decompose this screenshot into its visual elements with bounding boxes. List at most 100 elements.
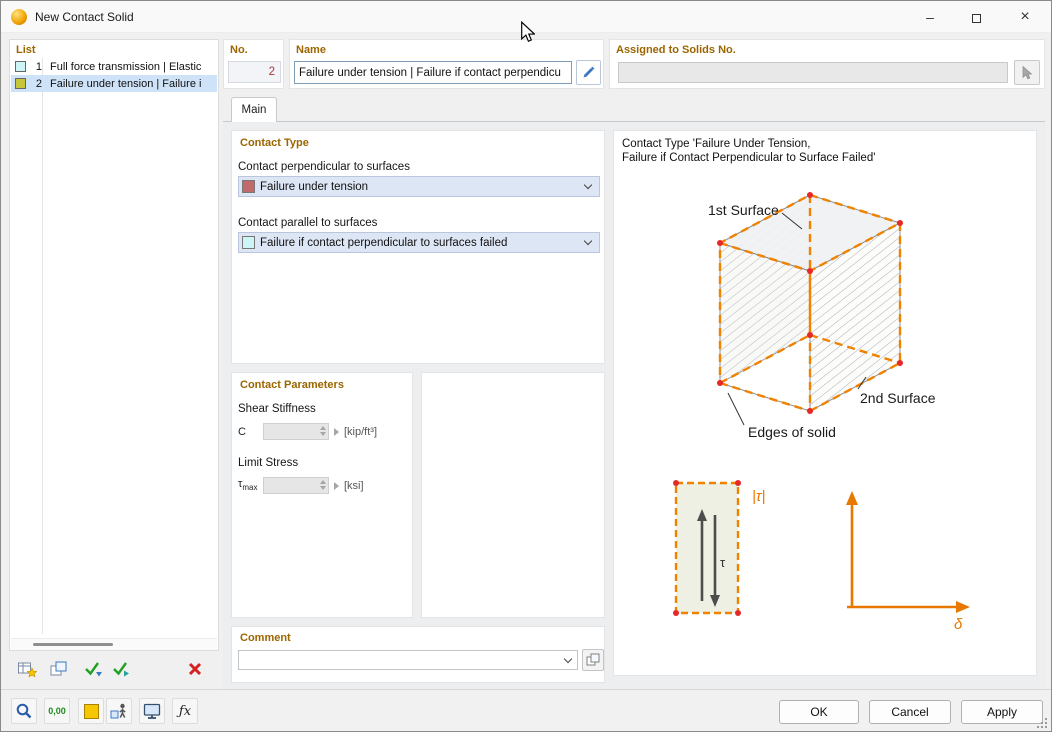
select-objects-button[interactable] <box>106 698 132 724</box>
titlebar: New Contact Solid – × <box>1 1 1051 33</box>
name-input[interactable] <box>294 61 572 84</box>
apply-button[interactable]: Apply <box>961 700 1043 724</box>
spin-up-icon <box>320 426 326 430</box>
minimize-icon: – <box>926 9 934 25</box>
spin-down-icon <box>320 432 326 436</box>
display-settings-button[interactable] <box>139 698 165 724</box>
parallel-contact-select[interactable]: Failure if contact perpendicular to surf… <box>238 232 600 253</box>
delete-x-icon <box>186 660 204 678</box>
check-list-icon <box>111 659 131 679</box>
tau-arrow-label: τ <box>720 555 726 570</box>
maximize-button[interactable] <box>953 1 999 33</box>
axes <box>847 501 960 607</box>
perpendicular-label: Contact perpendicular to surfaces <box>238 161 410 173</box>
diagram-title-line2: Failure if Contact Perpendicular to Surf… <box>622 151 875 165</box>
tau-max-spinner <box>263 477 329 494</box>
no-group: No. 2 <box>223 39 284 89</box>
maximize-icon <box>972 14 981 23</box>
resize-grip[interactable] <box>1037 718 1048 729</box>
chevron-down-icon <box>584 181 592 189</box>
pick-cursor-icon <box>1019 65 1035 81</box>
delete-item-button[interactable] <box>183 657 207 681</box>
parallel-label: Contact parallel to surfaces <box>238 217 377 229</box>
app-icon <box>11 9 27 25</box>
close-icon: × <box>1020 8 1029 25</box>
detail-arrow-icon <box>334 428 339 436</box>
list-item-selected[interactable]: 2 Failure under tension | Failure i <box>11 75 217 92</box>
contact-type-title: Contact Type <box>240 137 309 149</box>
cancel-button[interactable]: Cancel <box>869 700 951 724</box>
new-item-button[interactable] <box>15 657 39 681</box>
perpendicular-contact-select[interactable]: Failure under tension <box>238 176 600 197</box>
list-item-number: 1 <box>29 61 42 73</box>
shear-slab <box>676 483 738 613</box>
list-toolbar <box>9 655 219 685</box>
check-arrow-icon <box>83 659 103 679</box>
list-item-label: Failure under tension | Failure i <box>50 78 217 90</box>
option-color-swatch <box>242 180 255 193</box>
color-swatch <box>15 78 26 89</box>
decimal-places-icon: 0,00 <box>48 706 66 716</box>
comment-select[interactable] <box>238 650 578 670</box>
list-header: List <box>16 44 36 56</box>
selected-option-label: Failure if contact perpendicular to surf… <box>260 237 507 249</box>
contact-type-section: Contact Type Contact perpendicular to su… <box>231 130 605 364</box>
comment-section: Comment <box>231 626 605 683</box>
edges-of-solid-label: Edges of solid <box>748 424 836 440</box>
apply-check-button[interactable] <box>81 657 105 681</box>
copy-icon <box>585 652 601 668</box>
person-select-icon <box>110 702 128 720</box>
tab-main[interactable]: Main <box>231 97 277 122</box>
c-symbol: C <box>238 426 258 438</box>
selected-option-label: Failure under tension <box>260 181 368 193</box>
content-area: Contact Type Contact perpendicular to su… <box>223 121 1045 689</box>
no-value: 2 <box>228 61 281 83</box>
copy-tables-icon <box>49 659 69 679</box>
assigned-group: Assigned to Solids No. <box>609 39 1045 89</box>
list-item[interactable]: 1 Full force transmission | Elastic <box>11 58 217 75</box>
chevron-down-icon <box>564 654 572 662</box>
minimize-button[interactable]: – <box>907 1 953 33</box>
dialog-new-contact-solid: New Contact Solid – × List 1 Full force … <box>0 0 1052 732</box>
limit-stress-row: τmax [ksi] <box>238 477 364 494</box>
decimal-places-button[interactable]: 0,00 <box>44 698 70 724</box>
tau-axis-label: |τ| <box>752 488 765 505</box>
auxiliary-panel <box>421 372 605 618</box>
spin-down-icon <box>320 486 326 490</box>
assigned-pick-button <box>1014 60 1040 85</box>
no-label: No. <box>230 44 248 56</box>
diagram-panel: Contact Type 'Failure Under Tension, Fai… <box>613 130 1037 676</box>
name-label: Name <box>296 44 326 56</box>
formula-button[interactable]: ƒx <box>172 698 198 724</box>
list-panel: List 1 Full force transmission | Elastic… <box>9 39 219 651</box>
shear-stiffness-row: C [kip/ft³] <box>238 423 377 440</box>
spin-up-icon <box>320 480 326 484</box>
find-button[interactable] <box>11 698 37 724</box>
contact-solid-list: 1 Full force transmission | Elastic 2 Fa… <box>11 58 217 92</box>
function-icon: ƒx <box>179 704 191 719</box>
name-edit-button[interactable] <box>576 60 601 85</box>
ok-button[interactable]: OK <box>779 700 859 724</box>
color-scheme-button[interactable] <box>78 698 104 724</box>
tau-max-unit: [ksi] <box>344 480 364 492</box>
apply-all-check-button[interactable] <box>109 657 133 681</box>
monitor-icon <box>143 702 161 720</box>
shear-stiffness-label: Shear Stiffness <box>238 403 316 415</box>
window-title: New Contact Solid <box>35 1 134 33</box>
chevron-down-icon <box>584 237 592 245</box>
delta-axis-label: δ <box>954 616 963 633</box>
magnifier-icon <box>15 702 33 720</box>
contact-parameters-section: Contact Parameters Shear Stiffness C [ki… <box>231 372 413 618</box>
scrollbar-thumb[interactable] <box>33 643 113 646</box>
tab-strip: Main <box>223 93 1045 122</box>
list-horizontal-scrollbar[interactable] <box>11 638 217 650</box>
close-button[interactable]: × <box>999 1 1051 33</box>
footer: 0,00 ƒx OK Cancel Apply <box>1 689 1051 732</box>
tau-max-symbol: τmax <box>238 478 258 492</box>
comment-copy-button[interactable] <box>582 649 604 671</box>
assigned-label: Assigned to Solids No. <box>616 44 736 56</box>
diagram-title-line1: Contact Type 'Failure Under Tension, <box>622 137 875 151</box>
contact-type-diagram: 1st Surface 2nd Surface Edges of solid τ… <box>614 167 1038 675</box>
assigned-input <box>618 62 1008 83</box>
copy-item-button[interactable] <box>47 657 71 681</box>
